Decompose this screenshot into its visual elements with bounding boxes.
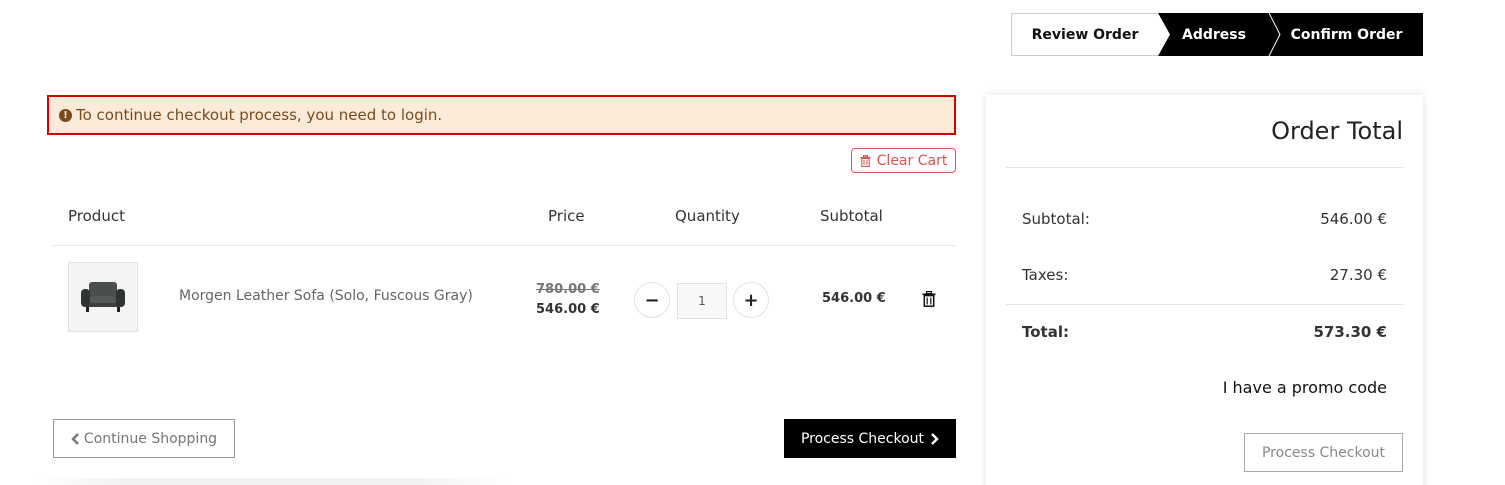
trash-icon [860, 154, 871, 167]
checkout-steps: Review Order Address Confirm Order [1011, 13, 1423, 56]
total-label: Total: [1022, 323, 1069, 341]
subtotal-value: 546.00 € [1320, 210, 1387, 228]
product-name-link[interactable]: Morgen Leather Sofa (Solo, Fuscous Gray) [179, 288, 473, 304]
login-required-alert: ! To continue checkout process, you need… [47, 95, 956, 135]
step-review-order[interactable]: Review Order [1011, 13, 1158, 56]
step-label: Address [1182, 26, 1246, 43]
step-address[interactable]: Address [1158, 13, 1270, 56]
exclamation-circle-icon: ! [59, 108, 72, 122]
taxes-label: Taxes: [1022, 266, 1069, 284]
card-process-checkout-button[interactable]: Process Checkout [1244, 433, 1403, 472]
row-subtotal: 546.00 € [822, 291, 886, 306]
original-price: 780.00 € [536, 282, 600, 297]
clear-cart-button[interactable]: Clear Cart [851, 148, 956, 173]
column-header-price: Price [548, 207, 585, 225]
order-total-title: Order Total [1271, 117, 1403, 145]
total-value: 573.30 € [1313, 323, 1387, 341]
continue-shopping-label: Continue Shopping [83, 430, 218, 447]
sofa-image [81, 282, 125, 312]
order-total-card: Order Total Subtotal: 546.00 € Taxes: 27… [986, 95, 1423, 485]
continue-shopping-button[interactable]: Continue Shopping [53, 419, 235, 458]
column-header-product: Product [68, 207, 125, 225]
discounted-price: 546.00 € [536, 302, 600, 317]
remove-item-button[interactable] [922, 290, 936, 311]
column-header-subtotal: Subtotal [820, 207, 883, 225]
alert-message: To continue checkout process, you need t… [76, 106, 443, 124]
step-arrow-icon [1268, 13, 1281, 56]
quantity-increment-button[interactable]: + [733, 282, 769, 318]
chevron-right-icon [931, 432, 939, 445]
plus-icon: + [743, 289, 759, 311]
step-label: Confirm Order [1290, 26, 1403, 43]
card-process-checkout-label: Process Checkout [1261, 444, 1386, 461]
quantity-decrement-button[interactable]: − [634, 282, 670, 318]
card-divider [1006, 304, 1403, 305]
step-arrow-icon [1158, 13, 1170, 56]
product-thumbnail[interactable] [68, 262, 138, 332]
taxes-value: 27.30 € [1329, 266, 1387, 284]
promo-code-link[interactable]: I have a promo code [1223, 378, 1387, 397]
step-label: Review Order [1031, 26, 1139, 43]
column-header-quantity: Quantity [675, 207, 740, 225]
chevron-left-icon [71, 432, 79, 445]
clear-cart-label: Clear Cart [876, 152, 948, 169]
minus-icon: − [644, 289, 660, 311]
trash-icon [922, 290, 936, 307]
subtotal-label: Subtotal: [1022, 210, 1090, 228]
process-checkout-label: Process Checkout [800, 430, 925, 447]
footer-shadow [30, 478, 510, 485]
step-confirm-order[interactable]: Confirm Order [1270, 13, 1423, 56]
process-checkout-button[interactable]: Process Checkout [784, 419, 956, 458]
quantity-input[interactable] [677, 283, 727, 319]
table-header-divider [53, 245, 956, 246]
card-divider [1006, 167, 1403, 168]
